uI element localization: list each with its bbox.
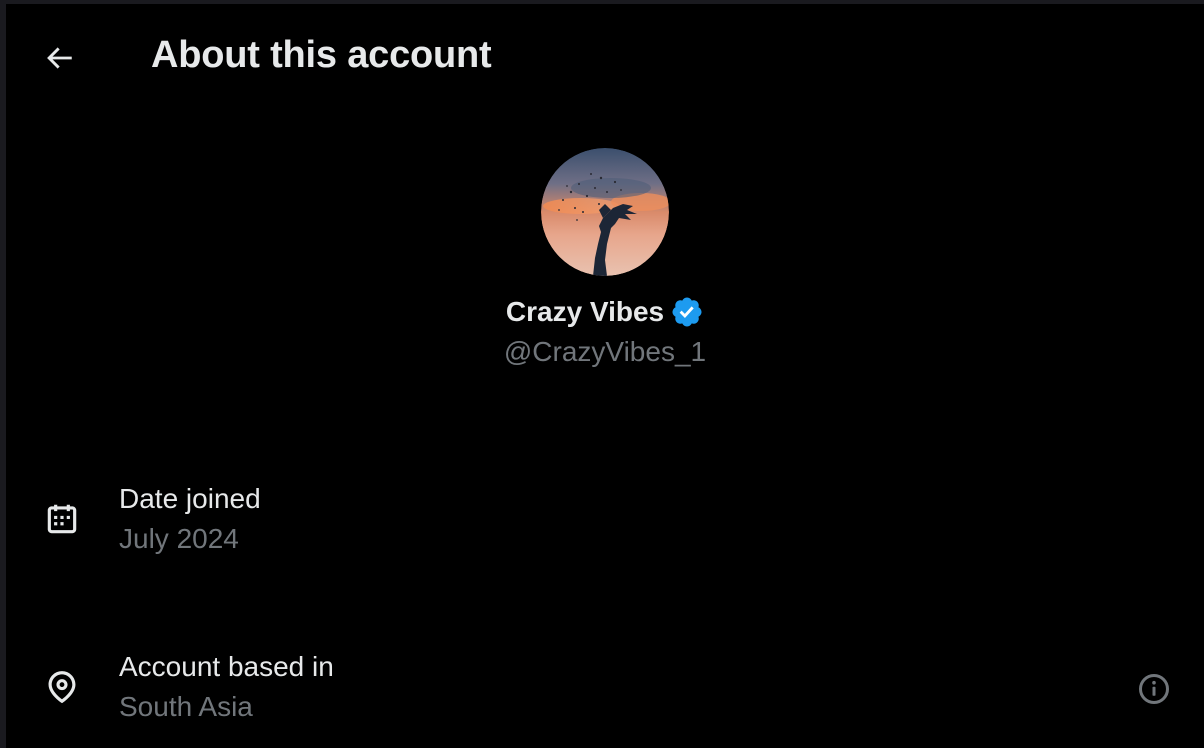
verified-badge-icon (672, 297, 702, 327)
info-button[interactable] (1134, 669, 1174, 709)
name-row: Crazy Vibes (6, 294, 1204, 330)
date-joined-value: July 2024 (119, 523, 239, 554)
display-name: Crazy Vibes (505, 296, 665, 327)
profile-summary: Crazy Vibes @CrazyVibes_1 (6, 148, 1204, 368)
top-bar: About this account (6, 4, 1204, 108)
date-joined-row: Date joined July 2024 (6, 479, 1204, 563)
avatar[interactable] (541, 148, 669, 276)
arrow-left-icon (47, 47, 72, 69)
account-based-in-label: Account based in (119, 651, 334, 682)
date-joined-label: Date joined (119, 483, 261, 514)
location-pin-icon (42, 667, 82, 707)
account-handle: @CrazyVibes_1 (503, 336, 707, 367)
info-icon (1139, 674, 1169, 704)
account-based-in-value: South Asia (119, 691, 253, 722)
back-button[interactable] (36, 35, 82, 81)
account-based-in-row: Account based in South Asia (6, 647, 1204, 731)
page-title: About this account (151, 34, 492, 76)
about-account-page: About this account Crazy Vibes @CrazyVib… (6, 4, 1204, 748)
calendar-icon (42, 499, 82, 539)
